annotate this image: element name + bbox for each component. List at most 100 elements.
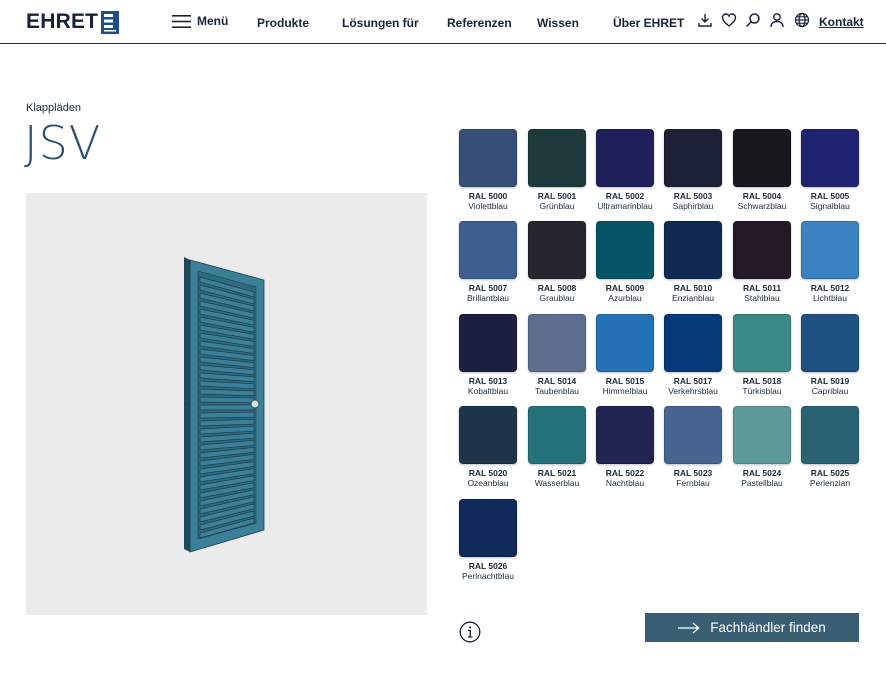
swatch-name: Saphirblau	[672, 201, 714, 211]
swatch-name: Schwarzblau	[737, 201, 787, 211]
swatch-code: RAL 5020	[468, 468, 508, 478]
swatch-chip	[664, 406, 722, 464]
kontakt-link[interactable]: Kontakt	[819, 15, 864, 29]
color-swatch[interactable]: RAL 5013 Kobaltblau	[459, 314, 517, 404]
swatch-code: RAL 5009	[605, 283, 645, 293]
ehret-logo[interactable]: EHRET	[26, 10, 120, 34]
color-swatch[interactable]: RAL 5021 Wasserblau	[528, 406, 586, 496]
swatch-code: RAL 5005	[810, 191, 850, 201]
swatch-name: Perlnachtblau	[462, 571, 514, 581]
product-category: Klappläden	[26, 102, 82, 114]
site-header: EHRET Menü Produkte Lösungen für Referen…	[0, 0, 886, 44]
menu-label: Menü	[197, 14, 229, 28]
color-swatch[interactable]: RAL 5012 Lichtblau	[801, 221, 859, 311]
find-dealer-button[interactable]: Fachhändler finden	[645, 613, 859, 642]
swatch-code: RAL 5007	[468, 283, 508, 293]
swatch-chip	[664, 129, 722, 187]
swatch-code: RAL 5017	[673, 376, 713, 386]
color-swatch[interactable]: RAL 5002 Ultramarinblau	[596, 129, 654, 219]
color-swatch[interactable]: RAL 5023 Fernblau	[664, 406, 722, 496]
nav-loesungen-fuer[interactable]: Lösungen für	[342, 16, 419, 30]
swatch-name: Ultramarinblau	[597, 201, 653, 211]
nav-referenzen[interactable]: Referenzen	[447, 16, 512, 30]
swatch-chip	[528, 406, 586, 464]
swatch-name: Pastellblau	[741, 478, 783, 488]
swatch-chip	[664, 221, 722, 279]
swatch-chip	[528, 314, 586, 372]
color-swatch[interactable]: RAL 5007 Brillantblau	[459, 221, 517, 311]
color-swatch[interactable]: RAL 5017 Verkehrsblau	[664, 314, 722, 404]
product-title: JSV	[24, 116, 102, 170]
swatch-name: Ozeanblau	[467, 478, 509, 488]
user-icon[interactable]	[769, 12, 785, 28]
swatch-name: Grünblau	[539, 201, 575, 211]
color-swatch[interactable]: RAL 5019 Capriblau	[801, 314, 859, 404]
color-swatch[interactable]: RAL 5020 Ozeanblau	[459, 406, 517, 496]
swatch-chip	[733, 314, 791, 372]
shutter-slat	[199, 404, 255, 411]
color-swatch[interactable]: RAL 5014 Taubenblau	[528, 314, 586, 404]
color-swatch[interactable]: RAL 5003 Saphirblau	[664, 129, 722, 219]
swatch-chip	[801, 221, 859, 279]
color-swatch[interactable]: RAL 5000 Violettblau	[459, 129, 517, 219]
swatch-name: Himmelblau	[602, 386, 648, 396]
swatch-chip	[459, 129, 517, 187]
arrow-right-icon	[678, 622, 700, 633]
swatch-code: RAL 5025	[810, 468, 850, 478]
swatch-code: RAL 5018	[742, 376, 782, 386]
color-swatch[interactable]: RAL 5025 Perlenzian	[801, 406, 859, 496]
nav-wissen[interactable]: Wissen	[537, 16, 579, 30]
shutter-slat	[199, 411, 255, 419]
swatch-code: RAL 5026	[468, 561, 508, 571]
swatch-chip	[459, 314, 517, 372]
swatch-code: RAL 5008	[537, 283, 577, 293]
color-swatch[interactable]: RAL 5011 Stahlblau	[733, 221, 791, 311]
swatch-name: Stahlblau	[744, 293, 780, 303]
nav-ueber-ehret[interactable]: Über EHRET	[613, 16, 684, 30]
swatch-chip	[801, 129, 859, 187]
color-swatch[interactable]: RAL 5001 Grünblau	[528, 129, 586, 219]
swatch-code: RAL 5013	[468, 376, 508, 386]
swatch-name: Kobaltblau	[467, 386, 509, 396]
logo-wordmark: EHRET	[26, 10, 99, 33]
color-swatch[interactable]: RAL 5024 Pastellblau	[733, 406, 791, 496]
color-swatch[interactable]: RAL 5005 Signalblau	[801, 129, 859, 219]
color-swatch[interactable]: RAL 5010 Enzianblau	[664, 221, 722, 311]
product-preview	[26, 193, 427, 615]
color-swatch[interactable]: RAL 5009 Azurblau	[596, 221, 654, 311]
swatch-name: Enzianblau	[671, 293, 715, 303]
swatch-name: Capriblau	[811, 386, 849, 396]
swatch-name: Violettblau	[468, 201, 508, 211]
color-swatch[interactable]: RAL 5008 Graublau	[528, 221, 586, 311]
search-icon[interactable]	[745, 12, 761, 28]
nav-produkte[interactable]: Produkte	[257, 16, 309, 30]
download-icon[interactable]	[697, 12, 713, 28]
swatch-name: Türkisblau	[742, 386, 782, 396]
color-swatch[interactable]: RAL 5018 Türkisblau	[733, 314, 791, 404]
swatch-code: RAL 5012	[810, 283, 850, 293]
swatch-chip	[596, 314, 654, 372]
swatch-code: RAL 5019	[810, 376, 850, 386]
swatch-name: Taubenblau	[535, 386, 579, 396]
swatch-code: RAL 5000	[468, 191, 508, 201]
heart-icon[interactable]	[721, 12, 737, 28]
color-swatch[interactable]: RAL 5022 Nachtblau	[596, 406, 654, 496]
color-swatch[interactable]: RAL 5026 Perlnachtblau	[459, 499, 517, 589]
swatch-name: Wasserblau	[534, 478, 580, 488]
swatch-code: RAL 5022	[605, 468, 645, 478]
info-icon[interactable]	[459, 621, 481, 643]
hamburger-icon	[172, 14, 191, 28]
swatch-code: RAL 5023	[673, 468, 713, 478]
color-swatch[interactable]: RAL 5004 Schwarzblau	[733, 129, 791, 219]
globe-icon[interactable]	[794, 12, 810, 28]
swatch-name: Nachtblau	[605, 478, 645, 488]
swatch-chip	[733, 129, 791, 187]
color-swatch[interactable]: RAL 5015 Himmelblau	[596, 314, 654, 404]
swatch-code: RAL 5001	[537, 191, 577, 201]
swatch-code: RAL 5014	[537, 376, 577, 386]
swatch-chip	[664, 314, 722, 372]
swatch-code: RAL 5002	[605, 191, 645, 201]
menu-button[interactable]: Menü	[172, 14, 228, 28]
swatch-code: RAL 5003	[673, 191, 713, 201]
swatch-chip	[596, 221, 654, 279]
